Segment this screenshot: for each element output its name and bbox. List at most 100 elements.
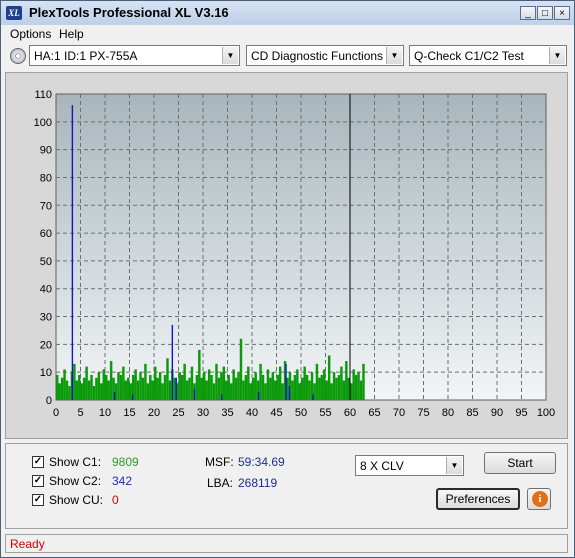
menu-help[interactable]: Help xyxy=(59,27,84,41)
c1-bar xyxy=(95,377,98,400)
show-c2-checkbox[interactable]: ✓ xyxy=(32,475,44,487)
c2-bar xyxy=(175,377,177,400)
chevron-down-icon[interactable]: ▼ xyxy=(549,47,565,64)
menu-bar: Options Help xyxy=(1,25,574,44)
title-bar: XL PlexTools Professional XL V3.16 _ □ × xyxy=(1,1,574,26)
c1-bar xyxy=(315,363,319,400)
start-button[interactable]: Start xyxy=(484,452,556,474)
y-tick-label: 50 xyxy=(40,256,52,268)
status-text: Ready xyxy=(10,537,45,551)
x-tick-label: 30 xyxy=(197,407,209,419)
c1-bar xyxy=(325,380,328,400)
x-axis-ticks: 0 5 10 15 20 25 30 35 40 45 50 55 60 65 70 75 80 85 90 95 10… xyxy=(53,407,555,419)
y-axis-ticks: 0 10 20 30 40 50 60 70 80 90 100 110 xyxy=(34,89,52,407)
chevron-down-icon[interactable]: ▼ xyxy=(386,47,402,64)
c1-bar xyxy=(222,366,226,400)
c1-bar xyxy=(340,366,343,400)
c1-bar xyxy=(227,374,230,400)
chevron-down-icon[interactable]: ▼ xyxy=(222,47,238,64)
c1-bar xyxy=(264,383,267,400)
c1-bar xyxy=(63,369,66,400)
y-tick-label: 60 xyxy=(40,228,52,240)
c2-bar xyxy=(171,324,174,400)
c1-bar xyxy=(217,377,221,400)
menu-options[interactable]: Options xyxy=(10,27,51,41)
cu-count: 0 xyxy=(112,493,119,507)
x-tick-label: 65 xyxy=(368,407,380,419)
c1-bar xyxy=(185,380,189,400)
c1-bar xyxy=(362,363,365,400)
y-tick-label: 40 xyxy=(40,284,52,296)
c1-bar xyxy=(154,366,157,400)
c1-bar xyxy=(237,372,240,400)
c1-bar xyxy=(136,380,140,400)
c1-bar xyxy=(58,383,61,400)
c1-bar xyxy=(97,372,101,400)
c1-bar xyxy=(190,366,194,400)
toolbar: HA:1 ID:1 PX-755A ▼ CD Diagnostic Functi… xyxy=(1,44,574,70)
show-c1-checkbox[interactable]: ✓ xyxy=(32,456,44,468)
x-tick-label: 20 xyxy=(148,407,160,419)
c1-bar xyxy=(102,369,105,400)
c1-bar xyxy=(229,383,233,400)
drive-select-value: HA:1 ID:1 PX-755A xyxy=(34,49,138,63)
c1-bar xyxy=(244,374,248,400)
c1-bar xyxy=(215,363,218,400)
c1-bar xyxy=(296,369,299,400)
lba-label: LBA: xyxy=(207,476,234,490)
c2-bar xyxy=(257,391,260,400)
c1-count: 9809 xyxy=(112,455,139,469)
c1-bar xyxy=(141,377,145,400)
maximize-button[interactable]: □ xyxy=(537,6,553,20)
c1-bar xyxy=(127,377,130,400)
app-icon: XL xyxy=(6,6,22,20)
x-tick-label: 15 xyxy=(123,407,135,419)
c1-bar xyxy=(259,363,262,400)
test-select[interactable]: Q-Check C1/C2 Test ▼ xyxy=(409,45,567,66)
y-tick-label: 10 xyxy=(40,367,52,379)
x-tick-label: 45 xyxy=(270,407,282,419)
c1-bar xyxy=(357,372,360,400)
c1-bar xyxy=(188,377,191,400)
c1-bar xyxy=(354,374,358,400)
c1-bar xyxy=(327,355,331,400)
c2-bar xyxy=(288,386,291,400)
c1-bar xyxy=(298,383,301,400)
x-tick-label: 55 xyxy=(319,407,331,419)
chevron-down-icon[interactable]: ▼ xyxy=(446,457,462,474)
speed-select-value: 8 X CLV xyxy=(360,459,404,473)
c1-bar xyxy=(335,377,338,400)
x-tick-label: 35 xyxy=(221,407,233,419)
preferences-button[interactable]: Preferences xyxy=(436,488,520,510)
c1-bar xyxy=(163,374,167,400)
minimize-button[interactable]: _ xyxy=(520,6,536,20)
c1-bar xyxy=(178,372,181,400)
y-tick-label: 70 xyxy=(40,200,52,212)
c2-bar xyxy=(221,394,223,400)
msf-value: 59:34.69 xyxy=(238,455,285,469)
c1-bar xyxy=(166,358,169,400)
speed-select[interactable]: 8 X CLV ▼ xyxy=(355,455,464,476)
x-tick-label: 80 xyxy=(442,407,454,419)
info-button[interactable]: i xyxy=(527,488,551,510)
c1-bar xyxy=(117,372,120,400)
c1-bar xyxy=(107,380,110,400)
c1-bar xyxy=(359,380,363,400)
show-cu-checkbox[interactable]: ✓ xyxy=(32,494,44,506)
close-button[interactable]: × xyxy=(554,6,570,20)
c2-bar xyxy=(113,391,116,400)
c1-bar xyxy=(234,377,238,400)
c1-bar xyxy=(149,374,152,400)
cd-drive-icon xyxy=(10,48,26,64)
show-c1-label: Show C1: xyxy=(49,455,102,469)
c1-bar xyxy=(345,361,348,400)
c1-bar xyxy=(225,380,228,400)
c1-bar xyxy=(180,374,184,400)
function-select[interactable]: CD Diagnostic Functions ▼ xyxy=(246,45,404,66)
show-c2-label: Show C2: xyxy=(49,474,102,488)
c1-bar xyxy=(293,374,297,400)
drive-select[interactable]: HA:1 ID:1 PX-755A ▼ xyxy=(29,45,240,66)
c1-bar xyxy=(151,380,154,400)
c2-bar xyxy=(312,394,314,400)
x-tick-label: 5 xyxy=(77,407,83,419)
